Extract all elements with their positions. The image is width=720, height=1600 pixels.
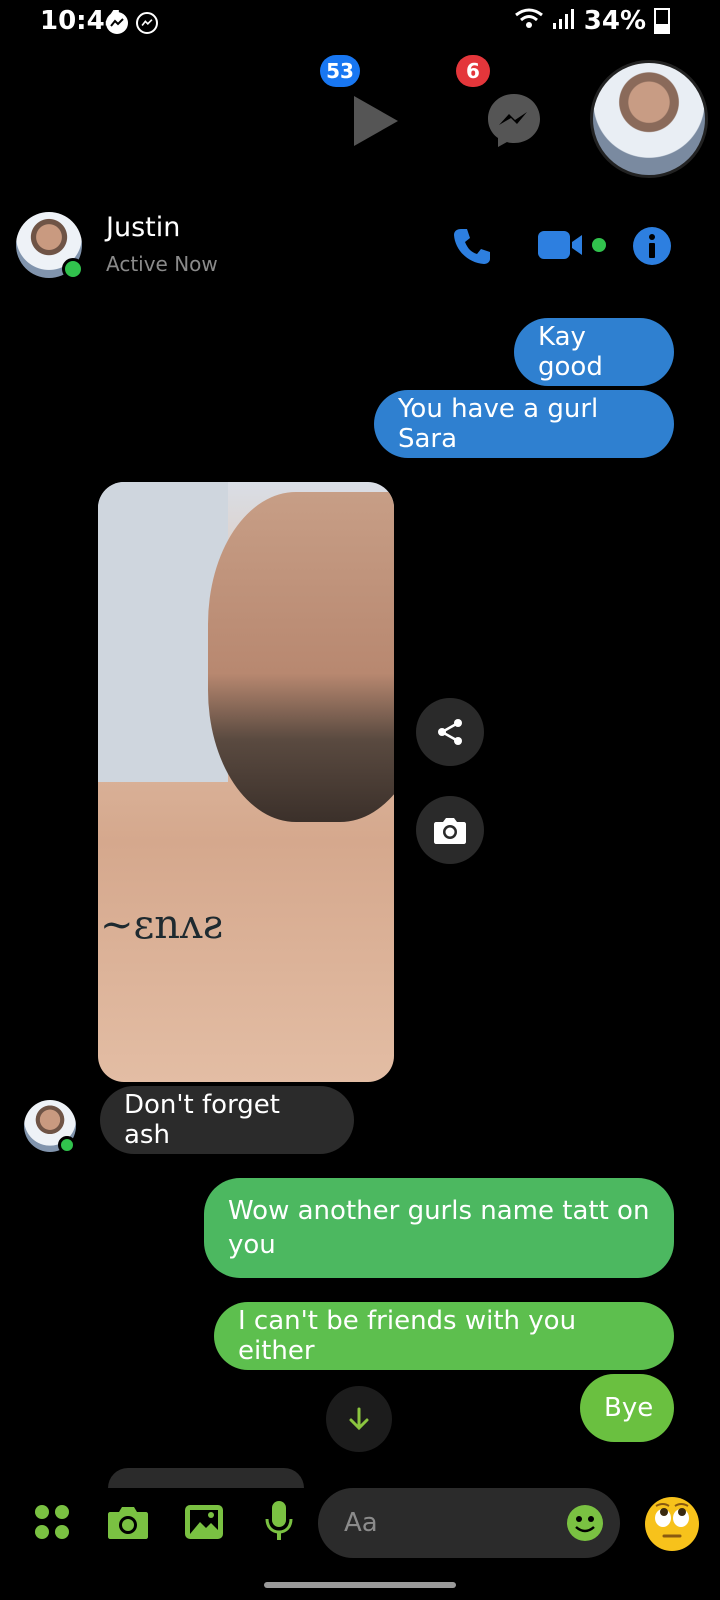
shared-photo[interactable]: ~ɛnʌƨ — [98, 482, 394, 1082]
video-camera-icon — [538, 231, 582, 259]
messenger-chats-button[interactable] — [484, 90, 544, 154]
eye-roll-emoji-icon — [645, 1497, 699, 1551]
message-bubble-received[interactable]: Don't forget ash — [100, 1086, 354, 1154]
voice-message-button[interactable] — [264, 1500, 294, 1546]
quick-reaction-button[interactable] — [644, 1496, 700, 1556]
play-icon — [354, 96, 398, 146]
wifi-icon — [514, 6, 544, 36]
message-text: Don't forget ash — [124, 1090, 280, 1150]
message-bubble-sent[interactable]: Wow another gurls name tatt on you — [204, 1178, 674, 1278]
save-photo-button[interactable] — [416, 796, 484, 864]
video-active-dot — [592, 238, 606, 252]
video-call-button[interactable] — [538, 228, 590, 266]
smiley-icon — [567, 1505, 603, 1541]
microphone-icon — [265, 1501, 293, 1540]
info-icon — [633, 227, 671, 265]
partial-message-bubble — [108, 1468, 304, 1488]
grid-dots-icon — [35, 1505, 69, 1539]
message-text: Wow another gurls name tatt on you — [228, 1196, 650, 1260]
message-bubble-sent[interactable]: Kay good — [514, 318, 674, 386]
gallery-button[interactable] — [184, 1504, 224, 1544]
message-bubble-sent[interactable]: You have a gurl Sara — [374, 390, 674, 458]
online-indicator — [62, 258, 84, 280]
message-bubble-sent[interactable]: Bye — [580, 1374, 674, 1442]
arrow-down-icon — [349, 1407, 369, 1431]
phone-icon — [454, 229, 490, 264]
message-bubble-sent[interactable]: I can't be friends with you either — [214, 1302, 674, 1370]
message-text: Kay good — [538, 322, 603, 382]
stories-play-button[interactable] — [346, 92, 404, 154]
emoji-picker-button[interactable] — [566, 1504, 604, 1546]
scroll-to-bottom-button[interactable] — [326, 1386, 392, 1452]
message-composer[interactable] — [318, 1488, 620, 1558]
conversation-info-button[interactable] — [632, 226, 672, 270]
message-text: Bye — [604, 1393, 654, 1423]
chat-head-avatar[interactable] — [590, 60, 708, 178]
messenger-badge: 6 — [456, 55, 490, 87]
signal-icon — [552, 6, 576, 36]
share-photo-button[interactable] — [416, 698, 484, 766]
share-icon — [438, 719, 462, 745]
stories-badge: 53 — [320, 55, 360, 87]
voice-call-button[interactable] — [452, 226, 492, 270]
contact-name[interactable]: Justin — [106, 212, 180, 243]
online-indicator — [58, 1136, 76, 1154]
status-indicators: 34% — [514, 6, 670, 36]
contact-status: Active Now — [106, 252, 218, 276]
image-icon — [185, 1505, 223, 1539]
camera-icon — [434, 818, 466, 844]
messenger-notification-icon-2 — [136, 12, 158, 34]
home-indicator[interactable] — [264, 1582, 456, 1588]
more-actions-button[interactable] — [34, 1504, 70, 1544]
message-text: You have a gurl Sara — [398, 394, 599, 454]
camera-button[interactable] — [106, 1504, 150, 1544]
camera-icon — [108, 1507, 148, 1539]
message-text: I can't be friends with you either — [238, 1306, 577, 1366]
messenger-icon — [488, 94, 540, 147]
battery-icon — [654, 8, 670, 34]
battery-percent: 34% — [583, 6, 646, 36]
message-input[interactable] — [342, 1500, 546, 1546]
messenger-notification-icon — [106, 12, 128, 34]
